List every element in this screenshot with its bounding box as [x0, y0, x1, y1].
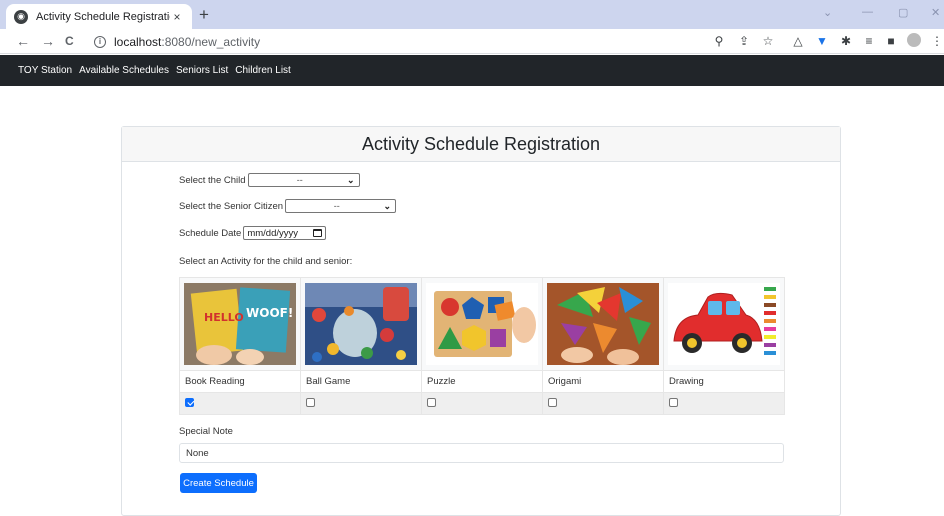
browser-tab[interactable]: ◉ Activity Schedule Registration ×	[6, 4, 192, 29]
activity-image-cell	[663, 277, 785, 371]
zoom-icon[interactable]: ⚲	[712, 34, 726, 48]
reading-list-icon[interactable]: ≡	[862, 34, 876, 48]
calendar-icon[interactable]	[313, 229, 323, 237]
bookmark-star-icon[interactable]: ☆	[761, 34, 775, 48]
nav-item-seniors-list[interactable]: Seniors List	[176, 65, 228, 76]
svg-text:HELLO: HELLO	[204, 311, 244, 324]
nav-item-available-schedules[interactable]: Available Schedules	[79, 65, 169, 76]
senior-row: Select the Senior Citizen -- ⌄	[179, 199, 397, 213]
create-schedule-button[interactable]: Create Schedule	[180, 473, 257, 493]
activity-label: Origami	[542, 370, 664, 393]
address-bar[interactable]: i localhost:8080/new_activity	[90, 32, 740, 51]
activity-check-cell	[300, 392, 422, 415]
info-icon[interactable]: i	[94, 35, 106, 48]
activity-label: Book Reading	[179, 370, 301, 393]
book-reading-image: HELLO WOOF!	[184, 283, 296, 365]
menu-kebab-icon[interactable]: ⋮	[930, 34, 944, 48]
chevron-down-icon: ⌄	[383, 200, 392, 211]
senior-label: Select the Senior Citizen	[179, 200, 284, 212]
origami-image	[547, 283, 659, 365]
registration-card: Activity Schedule Registration Select th…	[121, 126, 841, 516]
profile-avatar-icon[interactable]	[907, 33, 921, 47]
activity-image-cell	[300, 277, 422, 371]
schedule-date-input[interactable]: mm/dd/yyyy	[243, 226, 327, 240]
child-select[interactable]: -- ⌄	[247, 173, 360, 187]
forward-button[interactable]: →	[41, 33, 55, 49]
side-panel-icon[interactable]: ■	[884, 34, 898, 48]
puzzle-extensions-icon[interactable]: ✱	[839, 34, 853, 48]
globe-icon: ◉	[14, 9, 28, 24]
activity-label: Ball Game	[300, 370, 422, 393]
chevron-down-icon: ⌄	[347, 174, 355, 185]
activity-image-cell	[542, 277, 664, 371]
drawing-image	[668, 283, 780, 365]
special-note-input[interactable]: None	[179, 443, 784, 463]
nav-brand-toy-station[interactable]: TOY Station	[18, 65, 72, 76]
page-title: Activity Schedule Registration	[122, 127, 840, 162]
book-reading-checkbox[interactable]	[185, 397, 194, 407]
drive-extension-icon[interactable]: △	[791, 34, 805, 48]
senior-select-value: --	[333, 201, 340, 211]
activity-prompt: Select an Activity for the child and sen…	[179, 256, 353, 267]
activity-label: Puzzle	[421, 370, 543, 393]
drawing-checkbox[interactable]	[669, 397, 678, 407]
reload-button[interactable]: C	[65, 34, 74, 48]
app-navbar: TOY Station Available Schedules Seniors …	[0, 55, 944, 86]
minimize-button[interactable]: —	[862, 6, 873, 18]
tab-title: Activity Schedule Registration	[36, 10, 170, 23]
puzzle-image	[426, 283, 538, 365]
activity-check-cell	[179, 392, 301, 415]
nav-item-children-list[interactable]: Children List	[235, 65, 291, 76]
back-button[interactable]: ←	[16, 33, 30, 49]
url-host: localhost	[114, 34, 162, 49]
activity-label: Drawing	[663, 370, 785, 393]
tab-search-icon[interactable]: ⌄	[823, 6, 832, 19]
date-row: Schedule Date mm/dd/yyyy	[179, 226, 327, 240]
senior-select[interactable]: -- ⌄	[285, 199, 397, 213]
date-label: Schedule Date	[179, 227, 242, 239]
url-path: :8080/new_activity	[161, 34, 261, 49]
vpn-extension-icon[interactable]: ▼	[815, 34, 829, 48]
ball-game-image	[305, 283, 417, 365]
browser-tab-strip: ◉ Activity Schedule Registration × + ⌄ —…	[0, 0, 944, 29]
child-select-value: --	[296, 175, 303, 185]
ball-game-checkbox[interactable]	[306, 397, 315, 407]
browser-toolbar: ← → C i localhost:8080/new_activity ⚲ ⇪ …	[0, 29, 944, 54]
activity-table: HELLO WOOF! Book Reading Ball Game Puzzl…	[179, 277, 785, 415]
restore-button[interactable]: ▢	[898, 6, 908, 19]
activity-image-cell	[421, 277, 543, 371]
activity-check-cell	[421, 392, 543, 415]
share-icon[interactable]: ⇪	[737, 34, 751, 48]
child-label: Select the Child	[179, 174, 246, 186]
special-note-label: Special Note	[179, 426, 233, 437]
child-row: Select the Child -- ⌄	[179, 173, 360, 187]
puzzle-checkbox[interactable]	[427, 397, 436, 407]
date-placeholder: mm/dd/yyyy	[247, 227, 299, 239]
activity-image-cell: HELLO WOOF!	[179, 277, 301, 371]
close-window-button[interactable]: ✕	[931, 6, 940, 19]
activity-check-cell	[542, 392, 664, 415]
new-tab-button[interactable]: +	[199, 5, 209, 25]
origami-checkbox[interactable]	[548, 397, 557, 407]
tab-close-icon[interactable]: ×	[170, 10, 184, 24]
activity-check-cell	[663, 392, 785, 415]
svg-text:WOOF!: WOOF!	[246, 306, 293, 320]
